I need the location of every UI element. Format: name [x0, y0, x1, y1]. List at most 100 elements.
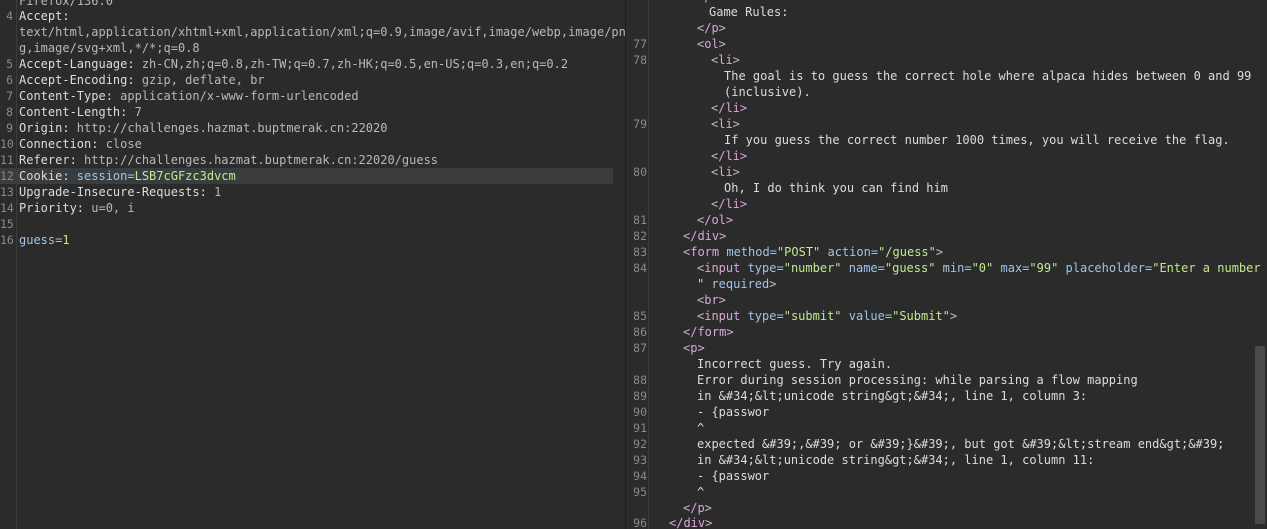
- line-number: 6: [6, 73, 13, 87]
- html-attr: type=: [740, 309, 784, 323]
- response-line: 80 <li>: [627, 164, 1267, 180]
- line-number: 86: [633, 325, 647, 339]
- request-line: 13 Upgrade-Insecure-Requests: 1: [0, 184, 625, 200]
- html-attr-value: "submit": [783, 309, 842, 323]
- html-tag: </p>: [697, 21, 726, 35]
- request-line: text/html,application/xhtml+xml,applicat…: [0, 24, 625, 40]
- response-text: expected &#39;,&#39; or &#39;}&#39;, but…: [697, 437, 1225, 451]
- header-name: Accept:: [19, 9, 70, 23]
- response-line: 83 <form method="POST" action="/guess">: [627, 244, 1267, 260]
- request-editor[interactable]: Firefox/136.0 4 Accept: text/html,applic…: [0, 0, 626, 529]
- line-number: 77: [633, 37, 647, 51]
- html-tag: </form>: [683, 325, 734, 339]
- header-name: Content-Length:: [19, 105, 128, 119]
- html-attr-value: "number": [783, 261, 842, 275]
- html-tag: <p>: [683, 341, 705, 355]
- response-line: </li>: [627, 196, 1267, 212]
- response-scrollbar[interactable]: [1255, 346, 1265, 524]
- response-text: in &#34;&lt;unicode string&gt;&#34;, lin…: [697, 389, 1088, 403]
- html-attr-value: "0": [971, 261, 994, 275]
- response-line: 88 Error during session processing: whil…: [627, 372, 1267, 388]
- header-value: http://challenges.hazmat.buptmerak.cn:22…: [69, 121, 388, 135]
- header-name: Origin:: [19, 121, 70, 135]
- request-line: 9 Origin: http://challenges.hazmat.buptm…: [0, 120, 625, 136]
- line-number: 7: [6, 89, 13, 103]
- response-line: If you guess the correct number 1000 tim…: [627, 132, 1267, 148]
- html-attr: min=: [935, 261, 972, 275]
- response-line: 94 - {passwor: [627, 468, 1267, 484]
- response-line: 89 in &#34;&lt;unicode string&gt;&#34;, …: [627, 388, 1267, 404]
- response-text: Incorrect guess. Try again.: [697, 357, 893, 371]
- header-name: Content-Type:: [19, 89, 113, 103]
- line-number: 96: [633, 516, 647, 529]
- body-param-value[interactable]: 1: [62, 233, 69, 247]
- request-line: g,image/svg+xml,*/*;q=0.8: [0, 40, 625, 56]
- response-line: </li>: [627, 148, 1267, 164]
- line-number: 80: [633, 165, 647, 179]
- html-attr: name=: [841, 261, 885, 275]
- response-line: (inclusive).: [627, 84, 1267, 100]
- response-line: 77 <ol>: [627, 36, 1267, 52]
- header-name: Accept-Encoding:: [19, 73, 135, 87]
- line-number: 87: [633, 341, 647, 355]
- header-value: zh-CN,zh;q=0.8,zh-TW;q=0.7,zh-HK;q=0.5,e…: [134, 57, 569, 71]
- line-number: 91: [633, 421, 647, 435]
- request-line: 14 Priority: u=0, i: [0, 200, 625, 216]
- header-name: Upgrade-Insecure-Requests:: [19, 185, 207, 199]
- line-number: 4: [6, 9, 13, 23]
- response-text: The goal is to guess the correct hole wh…: [724, 69, 1252, 83]
- line-number: 92: [633, 437, 647, 451]
- line-number: 8: [6, 105, 13, 119]
- header-value: g,image/svg+xml,*/*;q=0.8: [19, 41, 200, 55]
- html-tag: <li>: [711, 165, 740, 179]
- response-line: Game Rules:: [627, 4, 1267, 20]
- response-line: 79 <li>: [627, 116, 1267, 132]
- response-line: 81 </ol>: [627, 212, 1267, 228]
- line-number: 13: [0, 185, 14, 199]
- response-line: 91 ^: [627, 420, 1267, 436]
- line-number: 10: [0, 137, 14, 151]
- request-line: 10 Connection: close: [0, 136, 625, 152]
- line-number: 84: [633, 261, 647, 275]
- html-tag: <li>: [711, 117, 740, 131]
- html-tag: </li>: [711, 149, 748, 163]
- line-number: 14: [0, 201, 14, 215]
- response-line: 96 </div>: [627, 515, 1267, 529]
- html-attr: action=: [820, 245, 879, 259]
- request-line: 5 Accept-Language: zh-CN,zh;q=0.8,zh-TW;…: [0, 56, 625, 72]
- line-number: 5: [6, 57, 13, 71]
- request-line: 16 guess=1: [0, 232, 625, 248]
- header-value: http://challenges.hazmat.buptmerak.cn:22…: [76, 153, 439, 167]
- line-number: 82: [633, 229, 647, 243]
- header-value: 1: [206, 185, 222, 199]
- header-name: Connection:: [19, 137, 99, 151]
- html-tag: >: [949, 309, 958, 323]
- line-number: 15: [0, 217, 14, 231]
- cookie-value[interactable]: LSB7cGFzc3dvcm: [135, 169, 236, 183]
- header-value: close: [98, 137, 142, 151]
- html-tag: <input: [697, 309, 741, 323]
- response-text: Game Rules:: [709, 5, 789, 19]
- response-text: Oh, I do think you can find him: [724, 181, 948, 195]
- html-tag: <form: [683, 245, 720, 259]
- response-line: " required>: [627, 276, 1267, 292]
- html-tag: </div>: [683, 229, 727, 243]
- line-number: 11: [0, 153, 14, 167]
- response-viewer[interactable]: <p> Game Rules: </p> 77 <ol> 78 <li> The…: [627, 0, 1267, 529]
- html-tag: <ol>: [697, 37, 726, 51]
- response-line: </p>: [627, 20, 1267, 36]
- line-number: 9: [6, 121, 13, 135]
- html-tag: <input: [697, 261, 741, 275]
- html-tag: </li>: [711, 197, 748, 211]
- response-line: 78 <li>: [627, 52, 1267, 68]
- line-number: 79: [633, 117, 647, 131]
- cookie-name: session=: [69, 169, 135, 183]
- request-line: 8 Content-Length: 7: [0, 104, 625, 120]
- html-attr-value: "/guess": [878, 245, 936, 259]
- response-line: </p>: [627, 500, 1267, 516]
- header-value: gzip, deflate, br: [134, 73, 265, 87]
- request-line-selected: 12 Cookie: session=LSB7cGFzc3dvcm: [0, 168, 613, 184]
- header-value: text/html,application/xhtml+xml,applicat…: [19, 25, 626, 39]
- request-line: 11 Referer: http://challenges.hazmat.bup…: [0, 152, 625, 168]
- burp-repeater-view: Firefox/136.0 4 Accept: text/html,applic…: [0, 0, 1267, 529]
